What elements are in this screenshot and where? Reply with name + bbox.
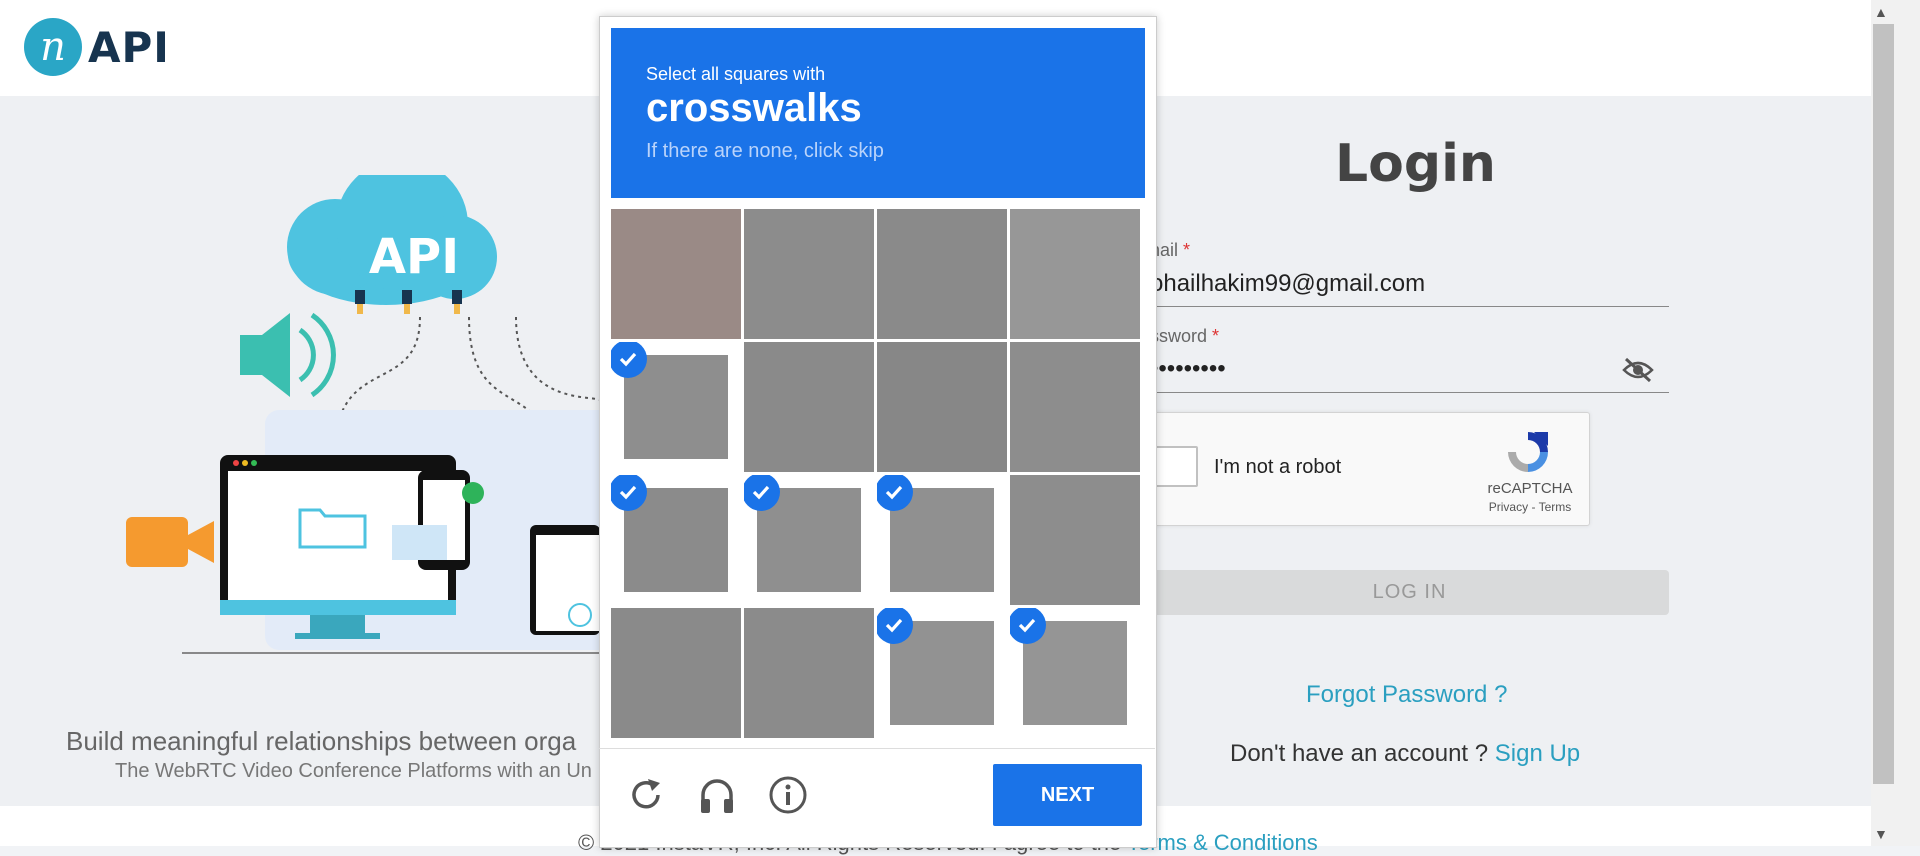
captcha-tile[interactable] [877,209,1007,339]
audio-headphones-icon[interactable] [697,775,737,815]
scroll-down-arrow-icon[interactable]: ▼ [1874,826,1888,842]
captcha-tile[interactable] [611,608,741,738]
laptop-illustration [530,525,600,635]
forgot-password-link[interactable]: Forgot Password ? [1306,681,1507,709]
email-underline [1150,306,1669,307]
tile-image [611,608,741,738]
tile-image [744,342,874,472]
captcha-tile[interactable] [877,475,1007,605]
hero-tagline: Build meaningful relationships between o… [66,726,577,756]
scrollbar-thumb[interactable] [1873,24,1894,784]
speaker-icon [240,312,336,398]
captcha-object: crosswalks [646,86,862,130]
recaptcha-logo-icon [1508,432,1548,472]
login-title: Login [1335,134,1496,194]
tile-image [744,608,874,738]
logo-text: API [88,22,170,72]
recaptcha-links: Privacy - Terms [1488,500,1572,514]
tile-image [1010,209,1140,339]
captcha-tile[interactable] [1010,608,1140,738]
api-cloud: API [287,175,497,314]
captcha-tile[interactable] [1010,342,1140,472]
captcha-tile[interactable] [1010,209,1140,339]
recaptcha-label: I'm not a robot [1214,456,1342,478]
recaptcha-privacy-link[interactable]: Privacy [1489,500,1528,514]
next-button[interactable]: NEXT [993,764,1142,826]
captcha-tile[interactable] [1010,475,1140,605]
captcha-tile[interactable] [611,342,741,472]
captcha-tile[interactable] [744,608,874,738]
captcha-tile[interactable] [877,342,1007,472]
captcha-tile[interactable] [744,475,874,605]
email-field[interactable]: ohailhakim99@gmail.com [1150,270,1425,298]
captcha-tile[interactable] [611,475,741,605]
tile-image [744,209,874,339]
cloud-label: API [369,229,459,285]
captcha-tile[interactable] [611,209,741,339]
captcha-tile[interactable] [877,608,1007,738]
tile-image [877,209,1007,339]
scroll-up-arrow-icon[interactable]: ▲ [1874,4,1888,20]
captcha-divider [599,748,1155,749]
video-camera-icon [126,517,214,567]
tile-image [1010,342,1140,472]
eye-off-icon[interactable] [1622,357,1654,383]
password-field[interactable]: ••••••••• [1150,355,1226,383]
captcha-instruction: Select all squares with [646,64,826,84]
login-button[interactable]: LOG IN [1150,570,1669,615]
signup-link[interactable]: Sign Up [1495,740,1580,767]
info-icon[interactable] [768,775,808,815]
recaptcha-brand: reCAPTCHA [1487,480,1573,497]
signup-prompt: Don't have an account ? Sign Up [1230,740,1581,767]
captcha-header: Select all squares with crosswalks If th… [611,28,1145,198]
hero-subtagline: The WebRTC Video Conference Platforms wi… [115,760,592,782]
hero-illustration: API [126,175,665,654]
password-underline [1150,392,1669,393]
tile-image [1010,475,1140,605]
logo-mark: n [24,18,82,76]
tile-image [877,342,1007,472]
reload-icon[interactable] [626,775,666,815]
captcha-tile[interactable] [744,209,874,339]
captcha-tile[interactable] [744,342,874,472]
tile-image [611,209,741,339]
site-logo[interactable]: n API [24,18,170,76]
captcha-hint: If there are none, click skip [646,140,884,162]
recaptcha-terms-link[interactable]: Terms [1539,500,1572,514]
password-label: ssword * [1150,326,1220,346]
